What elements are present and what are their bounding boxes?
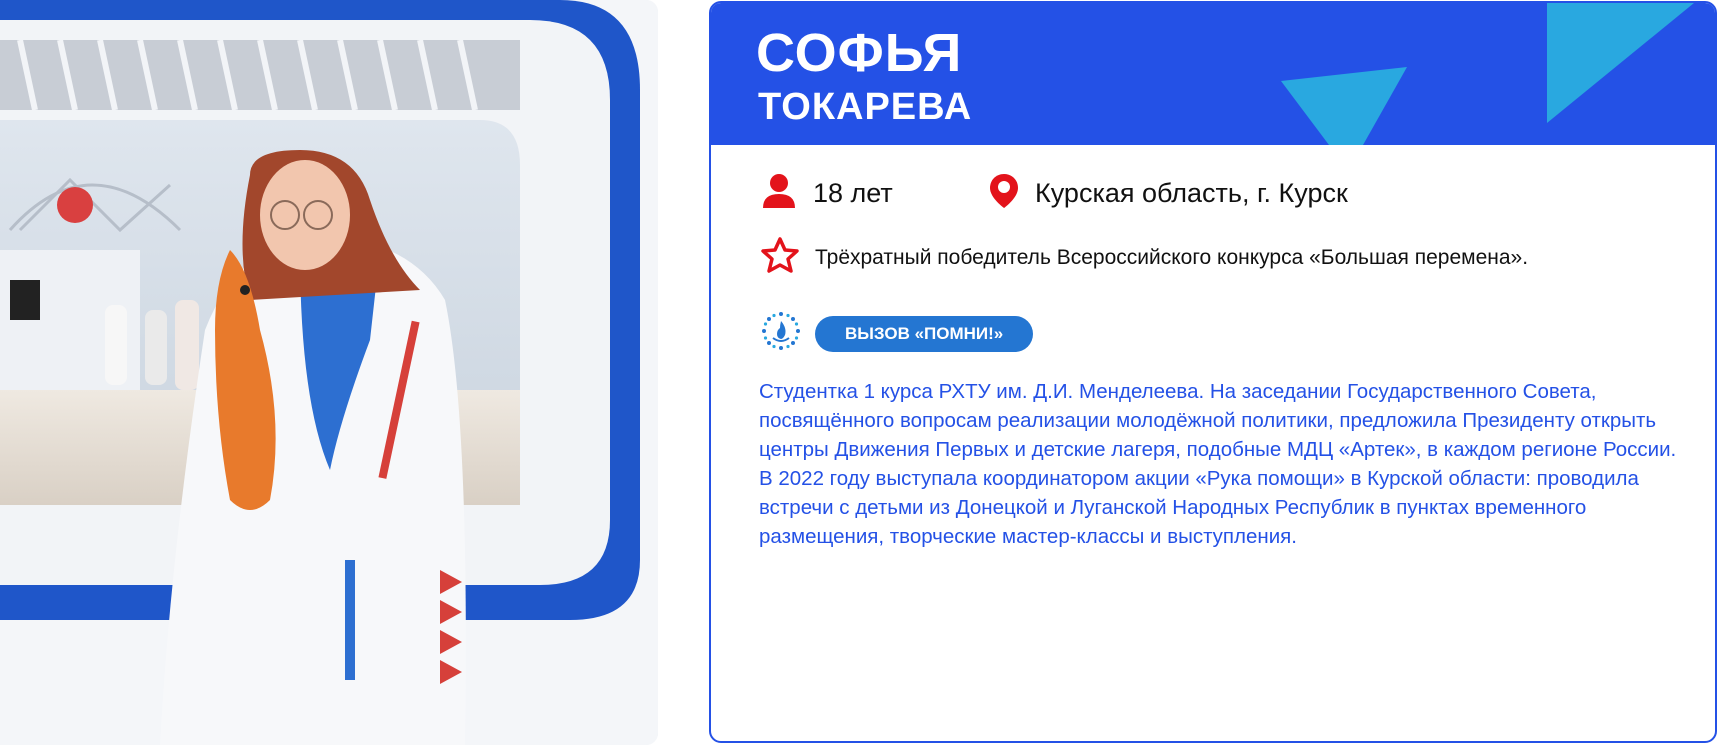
challenge-row: ВЫЗОВ «ПОМНИ!» [761,311,1034,356]
bio-text: Студентка 1 курса РХТУ им. Д.И. Менделее… [759,380,1677,548]
map-pin-icon [989,173,1019,214]
age-text: 18 лет [813,178,893,208]
award-row: Трёхратный победитель Всероссийского кон… [761,237,1528,278]
star-icon [761,237,799,278]
award-text: Трёхратный победитель Всероссийского кон… [815,245,1529,269]
age-row: 18 лет [761,173,893,214]
person-icon [761,173,797,214]
card-header: СОФЬЯ ТОКАРЕВА [711,3,1715,145]
portrait-photo [0,0,658,745]
profile-card: СОФЬЯ ТОКАРЕВА 18 лет Курская область, г… [709,1,1717,743]
flame-emblem-icon [761,311,801,356]
first-name: СОФЬЯ [756,23,963,83]
location-text: Курская область, г. Курск [1035,178,1348,208]
last-name: ТОКАРЕВА [758,86,973,128]
challenge-badge: ВЫЗОВ «ПОМНИ!» [815,315,1034,352]
location-row: Курская область, г. Курск [989,173,1348,214]
